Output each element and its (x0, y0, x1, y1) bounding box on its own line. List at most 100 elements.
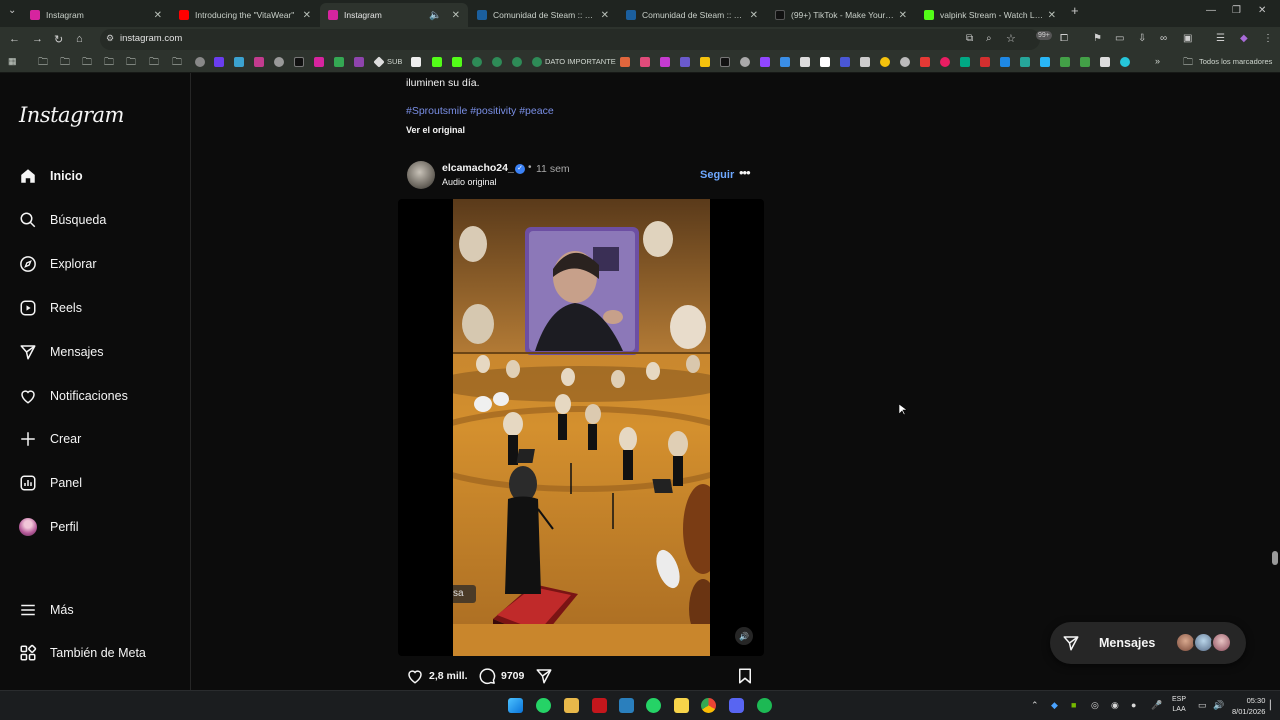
sticky-notes-icon[interactable] (674, 698, 689, 713)
bookmark-folder-icon[interactable]: 🗀 (104, 55, 114, 72)
bookmark-folder-icon[interactable]: 🗀 (60, 55, 70, 72)
see-original-link[interactable]: Ver el original (406, 125, 465, 135)
sidebar-item-perfil[interactable]: Perfil (18, 512, 78, 542)
bookmark-icon[interactable] (620, 57, 630, 67)
close-tab-icon[interactable]: ✕ (303, 10, 311, 21)
bookmark-icon[interactable] (920, 57, 930, 67)
network-icon[interactable]: ▭ (1198, 700, 1207, 711)
all-bookmarks-link[interactable]: Todos los marcadores (1199, 57, 1272, 66)
sidebar-item-notificaciones[interactable]: Notificaciones (18, 381, 128, 411)
comment-button[interactable]: 9709 (478, 667, 524, 685)
bookmark-dato-importante[interactable]: DATO IMPORTANTE (545, 57, 616, 66)
bookmark-icon[interactable] (512, 57, 522, 67)
follow-button[interactable]: Seguir (700, 169, 734, 181)
app-icon[interactable] (592, 698, 607, 713)
bookmark-icon[interactable] (1040, 57, 1050, 67)
bookmark-folder-icon[interactable]: 🗀 (149, 55, 159, 72)
browser-tab-7[interactable]: valpink Stream - Watch Live on ✕ (916, 3, 1064, 27)
bookmark-icon[interactable] (1060, 57, 1070, 67)
post-media[interactable]: sa 🔊 (398, 199, 764, 656)
post-username[interactable]: elcamacho24_ (442, 162, 514, 174)
nvidia-icon[interactable]: ■ (1071, 700, 1076, 710)
bookmark-icon[interactable] (880, 57, 890, 67)
browser-tab-3-active[interactable]: Instagram 🔈 ✕ (320, 3, 468, 27)
discord-icon[interactable] (729, 698, 744, 713)
steam-tray-icon[interactable]: ● (1131, 700, 1136, 710)
sidebar-item-explorar[interactable]: Explorar (18, 249, 97, 279)
bookmark-icon[interactable] (532, 57, 542, 67)
whatsapp-icon[interactable] (646, 698, 661, 713)
kick-bookmark-icon[interactable] (452, 57, 462, 67)
bookmark-icon[interactable] (940, 57, 950, 67)
bookmark-icon[interactable] (860, 57, 870, 67)
post-author-avatar[interactable] (407, 161, 435, 189)
browser-tab-4[interactable]: Comunidad de Steam :: valpink ✕ (469, 3, 617, 27)
bookmark-icon[interactable] (780, 57, 790, 67)
close-window-button[interactable]: ✕ (1258, 5, 1266, 16)
sidepanel-icon[interactable]: ▣ (1183, 33, 1192, 44)
apps-icon[interactable]: ▦ (8, 56, 17, 67)
comment-count[interactable]: 9709 (501, 670, 524, 682)
bookmark-icon[interactable] (274, 57, 284, 67)
bookmark-icon[interactable] (334, 57, 344, 67)
sidebar-item-busqueda[interactable]: Búsqueda (18, 205, 106, 235)
bookmark-icon[interactable] (660, 57, 670, 67)
spotify-icon[interactable] (757, 698, 772, 713)
bookmark-icon[interactable] (640, 57, 650, 67)
bookmark-icon[interactable] (492, 57, 502, 67)
bookmark-icon[interactable] (354, 57, 364, 67)
close-tab-icon[interactable]: ✕ (899, 10, 907, 21)
close-tab-icon[interactable]: ✕ (750, 10, 758, 21)
site-info-icon[interactable]: ⚙ (106, 33, 114, 44)
chrome-icon[interactable] (701, 698, 716, 713)
bookmark-icon[interactable] (900, 57, 910, 67)
microphone-icon[interactable]: 🎤 (1151, 700, 1162, 711)
whatsapp-app-icon[interactable] (536, 698, 551, 713)
share-button[interactable] (535, 667, 553, 685)
bookmark-icon[interactable] (680, 57, 690, 67)
post-audio-link[interactable]: Audio original (442, 177, 497, 187)
bookmark-icon[interactable] (195, 57, 205, 67)
kick-bookmark-icon[interactable] (432, 57, 442, 67)
tray-icon[interactable]: ◆ (1051, 700, 1058, 711)
close-tab-icon[interactable]: ✕ (154, 10, 162, 21)
messages-floating-button[interactable]: Mensajes (1050, 622, 1246, 664)
download-icon[interactable]: ⇩ (1138, 33, 1146, 44)
bookmark-star-icon[interactable]: ☆ (1006, 32, 1016, 45)
bookmark-icon[interactable] (1020, 57, 1030, 67)
bookmark-icon[interactable] (254, 57, 264, 67)
speaker-icon[interactable]: 🔈 (429, 10, 441, 21)
wallet-icon[interactable]: ▭ (1115, 33, 1124, 44)
bookmark-icon[interactable] (700, 57, 710, 67)
home-button[interactable]: ⌂ (76, 33, 83, 45)
bookmark-icon[interactable] (740, 57, 750, 67)
bookmark-icon[interactable] (840, 57, 850, 67)
bookmark-icon[interactable] (373, 56, 385, 68)
more-bookmarks-icon[interactable]: » (1155, 56, 1160, 66)
browser-tab-2[interactable]: Introducing the "VitaWear" ✕ (171, 3, 319, 27)
bookmark-folder-icon[interactable]: 🗀 (172, 55, 182, 72)
system-clock[interactable]: 05:30 8/01/2026 (1232, 695, 1265, 717)
bookmark-icon[interactable] (234, 57, 244, 67)
url-text[interactable]: instagram.com (120, 33, 182, 44)
bookmark-folder-icon[interactable]: 🗀 (38, 55, 48, 72)
sidebar-item-mas[interactable]: Más (18, 595, 74, 625)
bookmark-icon[interactable] (980, 57, 990, 67)
show-hidden-icons[interactable]: ⌃ (1031, 700, 1039, 711)
extensions-icon[interactable]: ⧠ (1060, 33, 1068, 44)
post-time[interactable]: 11 sem (536, 163, 570, 175)
tiktok-bookmark-icon[interactable] (294, 57, 304, 67)
zoom-icon[interactable]: ⌕ (986, 33, 992, 44)
bookmark-icon[interactable] (411, 57, 421, 67)
sidebar-item-tambien-de-meta[interactable]: También de Meta (18, 638, 146, 668)
start-button[interactable] (508, 698, 523, 713)
omnibox[interactable]: ⚙ instagram.com ⧉ ⌕ ☆ (100, 29, 1040, 50)
bookmark-icon[interactable] (472, 57, 482, 67)
bookmark-folder-icon[interactable]: 🗀 (126, 55, 136, 72)
close-tab-icon[interactable]: ✕ (452, 10, 460, 21)
downloads-badge[interactable]: 99+ (1036, 31, 1052, 40)
new-tab-button[interactable]: + (1071, 3, 1079, 18)
discord-tray-icon[interactable]: ◉ (1111, 700, 1119, 711)
bookmark-sub[interactable]: SUB (387, 57, 402, 66)
like-button[interactable]: 2,8 mill. (406, 667, 468, 685)
